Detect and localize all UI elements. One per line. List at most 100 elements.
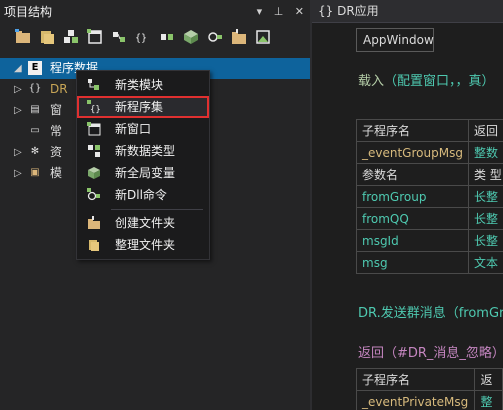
table-cell[interactable]: 长整 — [467, 229, 503, 252]
panel-controls: ▾ ⊥ ✕ — [249, 0, 304, 24]
new-window-icon — [87, 122, 101, 136]
table-cell[interactable]: msg — [356, 251, 469, 274]
tree-node-label: 常 — [50, 124, 63, 138]
table-header-row: 子程序名 返 — [355, 368, 503, 391]
dll-icon[interactable] — [206, 28, 224, 46]
table-header-row: 子程序名 返回 — [356, 119, 503, 142]
new-folder-icon[interactable] — [230, 28, 248, 46]
table-cell[interactable]: _eventPrivateMsg — [355, 390, 476, 410]
table-cell[interactable]: 长整 — [467, 185, 503, 208]
dropdown-icon[interactable]: ▾ — [257, 5, 263, 18]
tree-node-label: 窗 — [50, 103, 63, 117]
subroutine-table-1: 子程序名 返回 _eventGroupMsg 整数 参数名 类 型 fromGr… — [356, 119, 503, 274]
code-line-send-group[interactable]: DR.发送群消息（fromGr — [358, 302, 503, 321]
table-cell[interactable]: 长整 — [467, 207, 503, 230]
window-list-icon: ▤ — [30, 104, 40, 115]
menu-item-label: 整理文件夹 — [115, 238, 176, 252]
braces-icon: {} — [28, 83, 42, 94]
close-icon[interactable]: ✕ — [295, 5, 304, 18]
table-cell[interactable]: 整数 — [467, 141, 503, 164]
table-row[interactable]: fromGroup 长整 — [356, 185, 503, 208]
svg-text:{}: {} — [90, 105, 101, 114]
module-icon: ▣ — [30, 167, 40, 178]
code-line-return[interactable]: 返回（#DR_消息_忽略） — [358, 342, 503, 361]
constant-icon: ▭ — [30, 125, 40, 136]
expander-icon[interactable]: ◢ — [14, 58, 22, 79]
create-folder-icon — [88, 216, 100, 229]
menu-item-label: 新全局变量 — [115, 166, 176, 180]
code-line-load[interactable]: 载入（配置窗口，，真） — [358, 70, 495, 89]
image-icon[interactable] — [254, 28, 272, 46]
menu-item-new-assembly[interactable]: {} 新程序集 — [77, 96, 209, 118]
menu-item-label: 创建文件夹 — [115, 216, 176, 230]
menu-item-create-folder[interactable]: 创建文件夹 — [77, 212, 209, 234]
table-header-row: 参数名 类 型 — [356, 163, 503, 186]
call-keyword: 载入 — [358, 74, 385, 89]
table-row[interactable]: _eventGroupMsg 整数 — [356, 141, 503, 164]
new-class-icon — [88, 79, 99, 90]
datatype-icon[interactable] — [110, 28, 128, 46]
window-name-cell[interactable]: AppWindow — [356, 28, 434, 52]
menu-item-new-datatype[interactable]: 新数据类型 — [77, 140, 209, 162]
new-datatype-icon — [88, 145, 100, 157]
menu-item-new-dll[interactable]: 新Dll命令 — [77, 184, 209, 206]
new-dll-icon — [87, 188, 100, 201]
pin-icon[interactable]: ⊥ — [274, 5, 284, 18]
link-icon[interactable] — [158, 28, 176, 46]
expander-icon[interactable]: ▷ — [14, 79, 22, 100]
new-global-var-icon — [88, 167, 100, 179]
call-args: （配置窗口，，真） — [384, 74, 495, 89]
code-view[interactable]: AppWindow 载入（配置窗口，，真） 子程序名 返回 _eventGrou… — [312, 24, 503, 410]
expander-icon[interactable]: ▷ — [14, 142, 22, 163]
cube-icon[interactable] — [182, 28, 200, 46]
svg-text:{}: {} — [135, 33, 147, 44]
tree-node-label: 模 — [50, 166, 63, 180]
table-header: 类 型 — [467, 163, 503, 186]
menu-item-label: 新类模块 — [115, 78, 164, 92]
table-row[interactable]: msg 文本 — [356, 251, 503, 274]
code-text: DR.发送群消息（fromGr — [358, 306, 503, 321]
panel-toolbar: {} — [0, 24, 310, 48]
expander-icon[interactable]: ▷ — [14, 100, 22, 121]
table-cell[interactable]: fromQQ — [356, 207, 469, 230]
table-cell[interactable]: _eventGroupMsg — [356, 141, 469, 164]
table-row[interactable]: fromQQ 长整 — [356, 207, 503, 230]
tab-title: {} DR应用 — [318, 4, 379, 18]
class-module-icon[interactable] — [62, 28, 80, 46]
editor-tab[interactable]: {} DR应用 — [312, 0, 503, 23]
menu-item-label: 新Dll命令 — [115, 188, 167, 202]
code-text: 返回（#DR_消息_忽略） — [358, 346, 503, 361]
table-cell[interactable]: 文本 — [467, 251, 503, 274]
assembly-icon[interactable]: {} — [134, 28, 152, 46]
window-name: AppWindow — [363, 33, 434, 47]
menu-item-new-window[interactable]: 新窗口 — [77, 118, 209, 140]
panel-title: 项目结构 — [4, 5, 53, 19]
menu-item-new-class[interactable]: 新类模块 — [77, 74, 209, 96]
table-header: 返 — [474, 368, 503, 391]
copy-icon[interactable] — [38, 28, 56, 46]
table-header: 子程序名 — [356, 119, 469, 142]
program-data-icon: E — [28, 61, 42, 75]
subroutine-table-2: 子程序名 返 _eventPrivateMsg 整 — [355, 368, 503, 410]
expander-icon[interactable]: ▷ — [14, 163, 22, 184]
menu-separator — [111, 209, 203, 210]
table-header: 参数名 — [356, 163, 469, 186]
table-row[interactable]: _eventPrivateMsg 整 — [355, 390, 503, 410]
editor-area: {} DR应用 AppWindow 载入（配置窗口，，真） 子程序名 返回 _e… — [312, 0, 503, 410]
table-cell[interactable]: 整 — [474, 390, 503, 410]
folder-icon[interactable] — [14, 28, 32, 46]
table-cell[interactable]: msgId — [356, 229, 469, 252]
window-icon[interactable] — [86, 28, 104, 46]
menu-item-label: 新数据类型 — [115, 144, 176, 158]
table-header: 子程序名 — [355, 368, 476, 391]
context-menu: 新类模块 {} 新程序集 新窗口 新数据类型 新全局变量 新Dll命令 创建文件… — [76, 70, 210, 260]
menu-item-new-global-var[interactable]: 新全局变量 — [77, 162, 209, 184]
menu-item-label: 新程序集 — [115, 100, 164, 114]
table-header: 返回 — [467, 119, 503, 142]
tree-node-label: 资 — [50, 145, 63, 159]
organize-folder-icon — [89, 240, 99, 251]
table-cell[interactable]: fromGroup — [356, 185, 469, 208]
tree-node-label: DR — [50, 82, 68, 96]
table-row[interactable]: msgId 长整 — [356, 229, 503, 252]
menu-item-organize-folder[interactable]: 整理文件夹 — [77, 234, 209, 256]
